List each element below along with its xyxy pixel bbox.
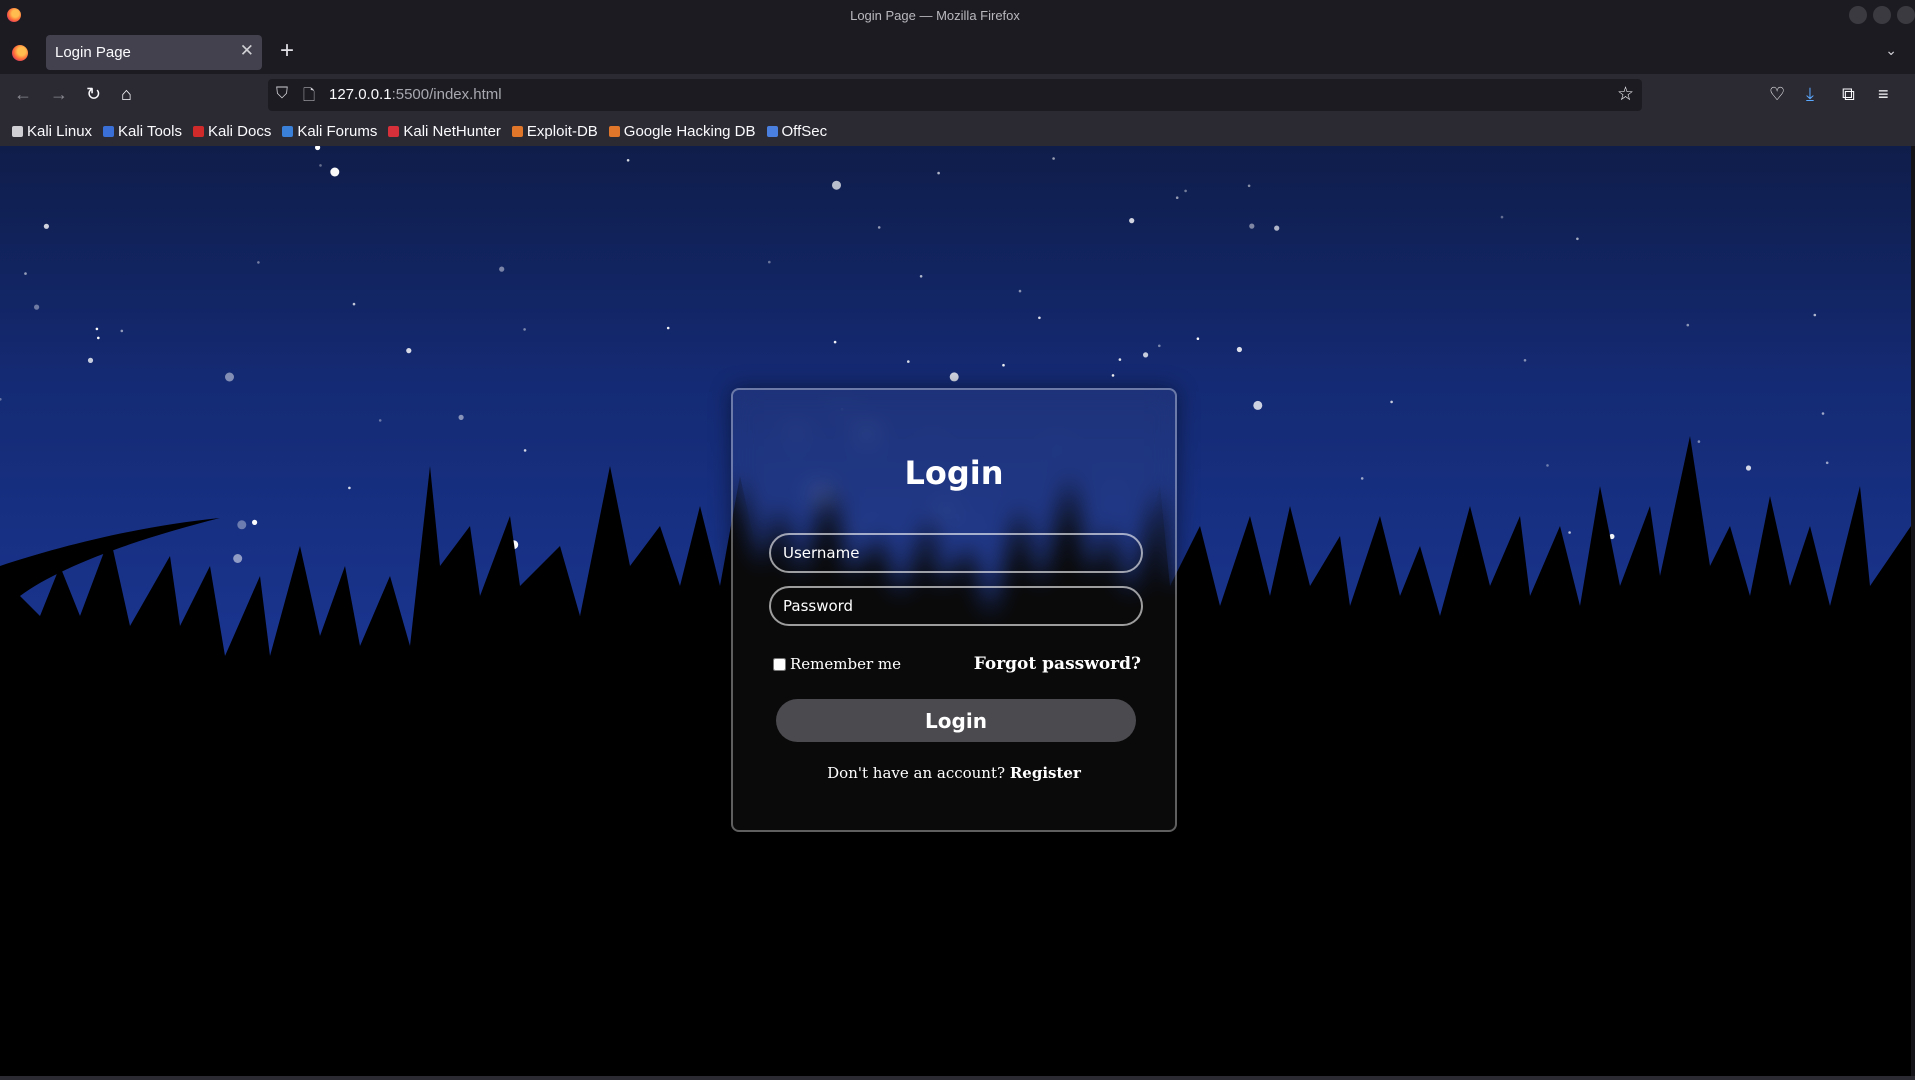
- login-button[interactable]: Login: [776, 699, 1136, 742]
- username-input[interactable]: [769, 533, 1143, 573]
- reload-icon[interactable]: ↻: [86, 84, 101, 104]
- bookmark-label: Exploit-DB: [526, 122, 598, 140]
- back-arrow-icon[interactable]: ←: [14, 84, 32, 104]
- login-card: Login Remember me Forgot password? Login…: [731, 388, 1177, 832]
- close-tab-icon[interactable]: ✕: [240, 41, 254, 61]
- bookmark-kali-tools[interactable]: Kali Tools: [103, 123, 182, 140]
- url-text[interactable]: 127.0.0.1:5500/index.html: [329, 86, 502, 103]
- register-link[interactable]: Register: [1010, 764, 1081, 782]
- bookmark-kali-nethunter[interactable]: Kali NetHunter: [388, 123, 501, 140]
- bookmark-exploit-db[interactable]: Exploit-DB: [511, 122, 598, 140]
- password-input[interactable]: [769, 586, 1143, 626]
- remember-me-label[interactable]: Remember me: [790, 655, 901, 673]
- address-bar[interactable]: ⛉ 🗋 127.0.0.1:5500/index.html ☆: [268, 79, 1642, 111]
- forward-arrow-icon[interactable]: →: [50, 84, 68, 104]
- download-icon[interactable]: ⤓: [1806, 84, 1814, 104]
- ghdb-icon: [608, 125, 620, 137]
- remember-me-row: Remember me: [773, 655, 901, 673]
- bookmark-google-hacking-db[interactable]: Google Hacking DB: [608, 122, 756, 140]
- url-path: :5500/index.html: [391, 86, 502, 103]
- extensions-icon[interactable]: ⧉: [1842, 84, 1855, 104]
- bookmarks-toolbar: Kali Linux Kali Tools Kali Docs Kali For…: [0, 116, 1915, 146]
- nethunter-icon: [388, 125, 400, 137]
- bookmark-label: OffSec: [781, 122, 828, 140]
- bookmark-label: Kali NetHunter: [403, 122, 501, 140]
- shield-icon[interactable]: ⛉: [276, 85, 288, 103]
- kali-docs-icon: [192, 125, 204, 137]
- kali-forums-icon: [282, 125, 294, 137]
- tab-login-page[interactable]: Login Page ✕: [46, 35, 262, 70]
- bookmark-kali-linux[interactable]: Kali Linux: [12, 123, 92, 140]
- page-scrollbar[interactable]: [1911, 146, 1915, 1076]
- kali-dragon-icon: [12, 125, 23, 137]
- window-titlebar: Login Page — Mozilla Firefox: [0, 0, 1915, 32]
- remember-me-checkbox[interactable]: [773, 657, 786, 671]
- window-title: Login Page — Mozilla Firefox: [850, 8, 1020, 23]
- maximize-button[interactable]: [1873, 6, 1891, 24]
- tab-label: Login Page: [55, 44, 131, 61]
- bookmark-kali-docs[interactable]: Kali Docs: [192, 122, 272, 140]
- new-tab-button[interactable]: +: [280, 37, 294, 65]
- window-controls: [1849, 6, 1915, 24]
- bookmark-label: Kali Linux: [27, 122, 93, 140]
- url-host: 127.0.0.1: [329, 86, 392, 103]
- minimize-button[interactable]: [1849, 6, 1867, 24]
- bookmark-label: Kali Docs: [207, 122, 272, 140]
- kali-tools-icon: [103, 125, 115, 137]
- close-window-button[interactable]: [1897, 6, 1915, 24]
- bookmark-star-icon[interactable]: ☆: [1617, 83, 1634, 106]
- bookmark-label: Kali Forums: [297, 122, 378, 140]
- forgot-password-link[interactable]: Forgot password?: [974, 654, 1141, 674]
- bookmark-kali-forums[interactable]: Kali Forums: [282, 123, 377, 140]
- bookmark-offsec[interactable]: OffSec: [766, 122, 828, 140]
- tab-bar: Login Page ✕ + ⌄: [0, 32, 1915, 74]
- pocket-icon[interactable]: ♡: [1769, 84, 1785, 104]
- exploit-db-icon: [511, 125, 523, 137]
- firefox-view-icon[interactable]: [12, 45, 28, 61]
- bookmark-label: Google Hacking DB: [623, 122, 756, 140]
- login-title: Login: [904, 454, 1004, 492]
- page-viewport: Login Remember me Forgot password? Login…: [0, 146, 1911, 1076]
- bookmark-label: Kali Tools: [118, 122, 182, 140]
- chevron-down-icon[interactable]: ⌄: [1885, 42, 1897, 59]
- home-icon[interactable]: ⌂: [121, 84, 132, 104]
- offsec-icon: [766, 125, 778, 137]
- nav-toolbar: ← → ↻ ⌂ ⛉ 🗋 127.0.0.1:5500/index.html ☆ …: [0, 74, 1915, 116]
- page-icon[interactable]: 🗋: [303, 85, 315, 110]
- register-row: Don't have an account? Register: [733, 764, 1175, 782]
- menu-icon[interactable]: ≡: [1878, 84, 1889, 104]
- window-bottom-edge: [0, 1076, 1915, 1080]
- register-prompt: Don't have an account?: [827, 764, 1006, 782]
